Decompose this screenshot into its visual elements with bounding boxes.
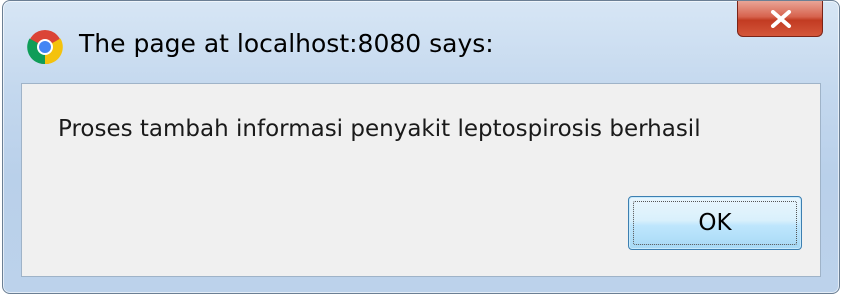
dialog-content: Proses tambah informasi penyakit leptosp… — [21, 83, 821, 277]
close-button[interactable] — [737, 1, 823, 37]
chrome-icon — [27, 29, 63, 65]
ok-button-label: OK — [698, 210, 732, 236]
alert-dialog-window: The page at localhost:8080 says: Proses … — [2, 0, 840, 294]
dialog-title: The page at localhost:8080 says: — [79, 29, 494, 58]
title-bar: The page at localhost:8080 says: — [3, 1, 839, 83]
close-icon — [771, 10, 791, 28]
dialog-message: Proses tambah informasi penyakit leptosp… — [58, 116, 701, 142]
ok-button[interactable]: OK — [628, 196, 802, 250]
